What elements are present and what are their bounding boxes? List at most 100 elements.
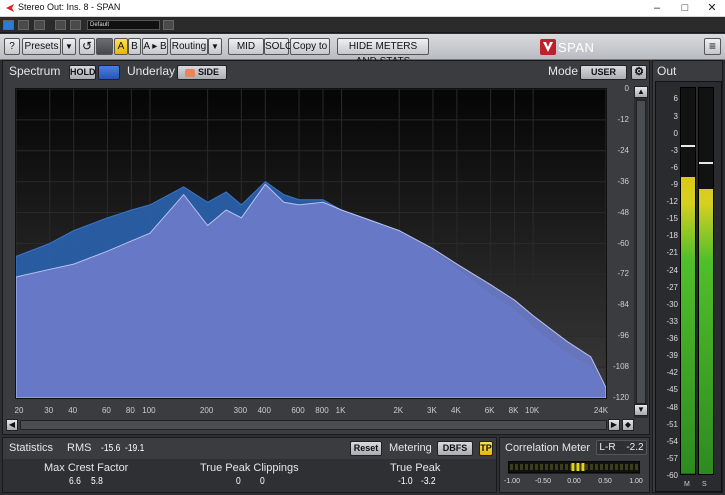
horizontal-scroll-track[interactable] [20, 420, 607, 430]
vertical-scrollbar[interactable]: ▲ ▼ [634, 86, 648, 418]
correlation-segment [585, 464, 588, 470]
freq-tick-label: 10K [525, 406, 540, 415]
settings-gear-icon[interactable]: ⚙ [631, 65, 647, 80]
maximize-button[interactable]: □ [672, 0, 698, 17]
presets-button[interactable]: Presets [22, 38, 61, 55]
host-preset-field[interactable]: Default [87, 20, 160, 30]
tp-left-value: -1.0 [398, 476, 413, 487]
scroll-up-icon[interactable]: ▲ [634, 86, 648, 98]
meter-side-label: S [702, 481, 707, 488]
hide-meters-button[interactable]: HIDE METERS AND STATS [337, 38, 429, 67]
correlation-panel: Correlation Meter L-R -2.2 -1.00 -0.50 0.0… [499, 437, 650, 493]
host-plugin-strip: Default [0, 17, 725, 33]
tp-clippings-label: True Peak Clippings [200, 462, 299, 474]
correlation-segment [635, 464, 638, 470]
correlation-segment [560, 464, 563, 470]
correlation-segment [610, 464, 613, 470]
correlation-scale-label: 0.00 [567, 478, 581, 485]
freq-tick-label: 2K [393, 406, 404, 415]
correlation-segment [525, 464, 528, 470]
freq-tick-label: 800 [315, 406, 329, 415]
product-logo-text: SPAN [558, 40, 595, 55]
freq-tick-label: 6K [484, 406, 495, 415]
crest-right-value: 5.8 [91, 476, 103, 487]
spectrum-plot[interactable] [15, 88, 607, 399]
correlation-scale-label: -1.00 [504, 478, 520, 485]
mid-level-meter [680, 87, 696, 475]
b-button[interactable]: B [128, 38, 141, 55]
scroll-right-icon[interactable]: ▶ [608, 419, 620, 431]
help-button[interactable]: ? [4, 38, 20, 55]
underlay-side-button[interactable]: SIDE [177, 65, 227, 80]
db-tick-label: -12 [617, 114, 629, 124]
freq-tick-label: 4K [450, 406, 461, 415]
hold-button[interactable]: HOLD [69, 65, 96, 80]
rms-left-value: -15.6 [101, 443, 121, 454]
correlation-segment [515, 464, 518, 470]
freq-tick-label: 400 [257, 406, 271, 415]
correlation-segment [625, 464, 628, 470]
close-button[interactable]: ✕ [699, 0, 725, 17]
meter-scale-label: -15 [666, 214, 678, 224]
freq-tick-label: 300 [233, 406, 248, 415]
freq-tick-label: 40 [68, 406, 78, 415]
host-preset-menu-icon[interactable] [163, 20, 174, 30]
read-icon[interactable] [18, 20, 29, 30]
power-icon[interactable] [3, 20, 14, 30]
correlation-scale-label: -0.50 [535, 478, 551, 485]
main-color-swatch[interactable] [98, 65, 120, 80]
metering-select[interactable]: DBFS [437, 441, 473, 456]
window-title: Stereo Out: Ins. 8 - SPAN [18, 2, 121, 12]
compare-icon[interactable] [70, 20, 81, 30]
meter-scale-label: -27 [666, 282, 678, 292]
undo-icon[interactable]: ↺ [79, 38, 95, 55]
frequency-axis: 20 30 40 60 80 100 200 300 400 600 800 1K 2K 3K 4K 6K 8K… [15, 406, 615, 420]
meter-scale-label: -57 [666, 453, 678, 463]
freq-tick-label: 8K [508, 406, 519, 415]
mode-select[interactable]: USER [580, 65, 627, 80]
routing-button[interactable]: Routing [170, 38, 208, 55]
menu-icon[interactable]: ≡ [704, 38, 721, 55]
correlation-segment [545, 464, 548, 470]
a-button[interactable]: A [114, 38, 128, 55]
correlation-segment [615, 464, 618, 470]
meter-scale-label: -51 [666, 419, 678, 429]
scroll-left-icon[interactable]: ◀ [6, 419, 18, 431]
freq-tick-label: 60 [101, 406, 111, 415]
presets-dropdown-icon[interactable]: ▼ [62, 38, 76, 55]
true-peak-button[interactable]: TP [479, 441, 493, 456]
scroll-down-icon[interactable]: ▼ [634, 404, 648, 416]
statistics-body: Max Crest Factor 6.6 5.8 True Peak Clipp… [3, 459, 496, 492]
freq-tick-label: 80 [125, 406, 135, 415]
meter-scale-label: -24 [666, 265, 678, 275]
side-level-fill [699, 188, 713, 474]
horizontal-scrollbar[interactable]: ◀ ▶ ◆ [6, 419, 651, 432]
plugin-toolbar: ? Presets ▼ ↺ A B A ▸ B Routing ▼ MID SO… [0, 34, 725, 67]
mid-level-fill [681, 177, 695, 474]
write-icon[interactable] [34, 20, 45, 30]
minimize-button[interactable]: – [644, 0, 670, 17]
correlation-segment [550, 464, 553, 470]
side-peak-hold [699, 162, 713, 165]
reset-button[interactable]: Reset [350, 441, 382, 456]
window-titlebar: Stereo Out: Ins. 8 - SPAN – □ ✕ [0, 0, 725, 17]
true-peak-label: True Peak [390, 462, 441, 474]
routing-dropdown-icon[interactable]: ▼ [208, 38, 222, 55]
vertical-scroll-thumb[interactable] [636, 100, 646, 404]
correlation-segment [530, 464, 533, 470]
solo-button[interactable]: SOLO [264, 38, 293, 55]
bypass-icon[interactable] [55, 20, 66, 30]
copy-to-button[interactable]: Copy to [290, 38, 330, 55]
mode-label: Mode [548, 64, 579, 78]
zoom-fit-icon[interactable]: ◆ [622, 419, 634, 431]
copy-a-to-b-button[interactable]: A ▸ B [142, 38, 168, 55]
meter-scale-label: -9 [670, 180, 678, 189]
preset-slot-button[interactable] [96, 38, 113, 55]
meter-scale-label: -33 [666, 316, 678, 326]
mid-button[interactable]: MID [228, 38, 264, 55]
correlation-mode-display[interactable]: L-R -2.2 [596, 440, 647, 455]
freq-tick-label: 1K [335, 406, 346, 415]
meter-scale-label: 3 [673, 111, 678, 121]
statistics-title: Statistics [9, 442, 54, 454]
horizontal-scroll-thumb[interactable] [20, 420, 607, 430]
